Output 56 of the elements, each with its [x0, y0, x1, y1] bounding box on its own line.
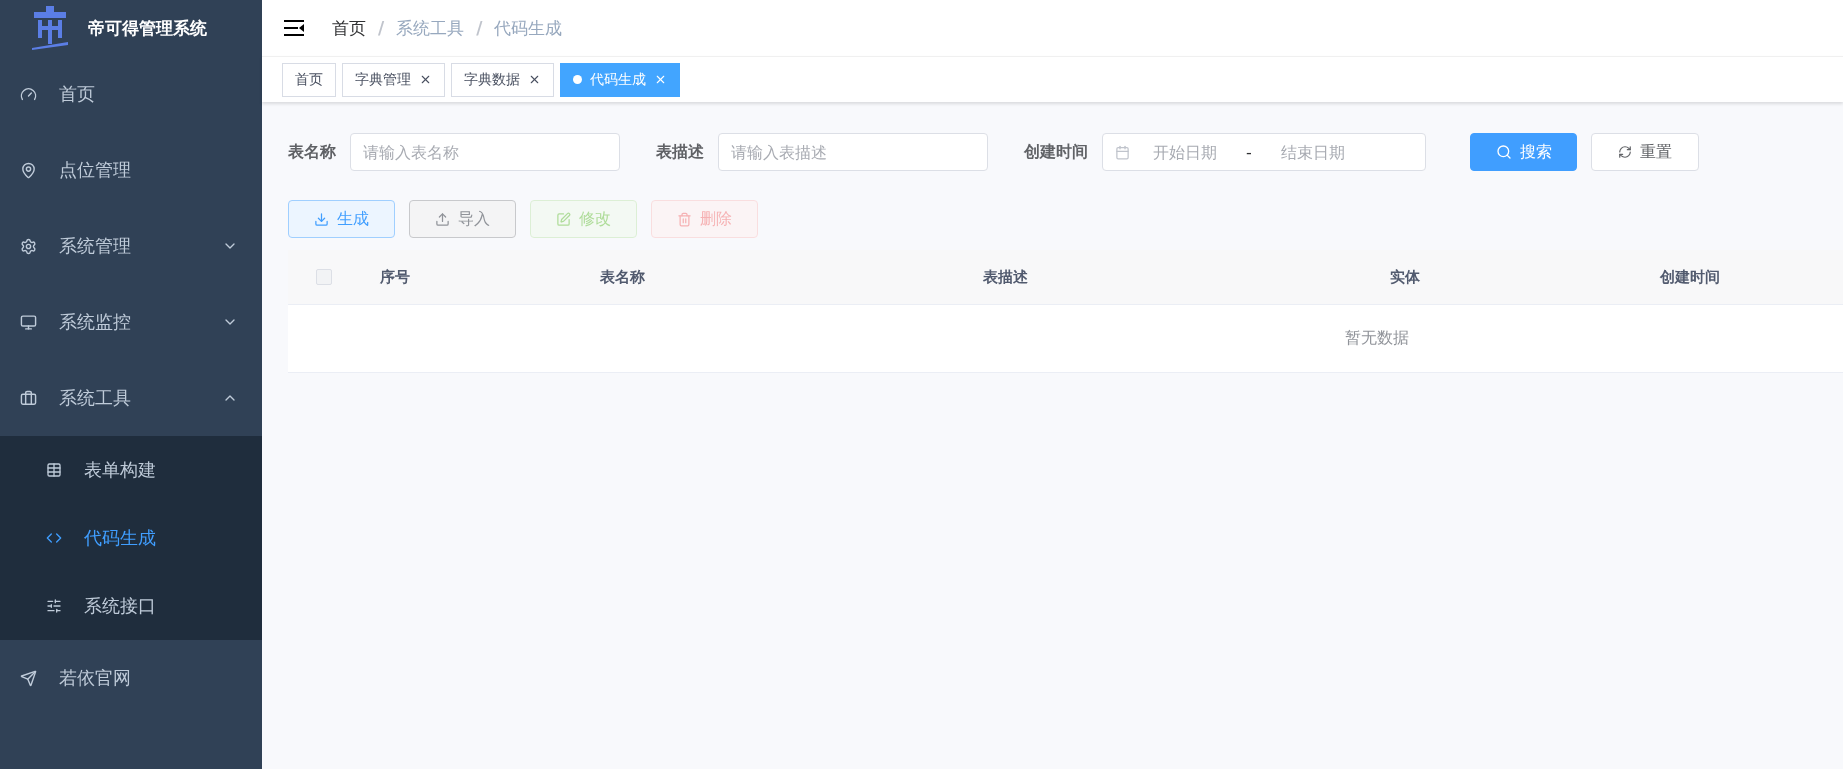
input-field[interactable]: 请输入表名称	[350, 133, 620, 171]
menu-item-icon	[20, 669, 37, 687]
column-header: 创建时间	[1659, 267, 1721, 287]
tab[interactable]: 字典管理	[342, 62, 445, 97]
checkbox[interactable]	[316, 269, 332, 285]
menu-icon[interactable]	[284, 20, 304, 36]
submenu-item-icon	[46, 530, 62, 546]
refresh-icon	[1618, 145, 1632, 159]
trash-icon	[677, 211, 692, 227]
submenu-item[interactable]: 系统接口	[0, 572, 262, 640]
tab[interactable]: 字典数据	[451, 62, 554, 97]
menu-item[interactable]: 首页	[0, 56, 262, 132]
breadcrumb-item: 代码生成	[494, 16, 563, 40]
calendar-icon	[1115, 144, 1130, 160]
column-header: 序号	[379, 267, 411, 287]
upload-icon	[435, 211, 450, 227]
submenu-item-icon	[46, 462, 62, 478]
menu-item[interactable]: 系统工具	[0, 360, 262, 436]
search-icon	[1495, 144, 1512, 160]
range-separator: -	[1245, 142, 1253, 162]
breadcrumb-item[interactable]: 首页	[332, 16, 366, 40]
menu-item-icon	[20, 389, 37, 407]
date-range-field[interactable]: 开始日期 - 结束日期	[1102, 133, 1426, 171]
menu-item[interactable]: 系统监控	[0, 284, 262, 360]
submenu-item[interactable]: 代码生成	[0, 504, 262, 572]
submenu-item[interactable]: 表单构建	[0, 436, 262, 504]
field-label: 表描述	[656, 141, 704, 163]
field-label: 表名称	[288, 141, 336, 163]
menu-item-icon	[20, 85, 37, 103]
reset-button[interactable]: 重置	[1591, 133, 1699, 171]
breadcrumb-separator: /	[378, 18, 385, 38]
menu-item-icon	[20, 313, 37, 331]
field-label: 创建时间	[1024, 141, 1088, 163]
end-date-input[interactable]: 结束日期	[1257, 141, 1368, 163]
input-field[interactable]: 请输入表描述	[718, 133, 988, 171]
menu-item[interactable]: 点位管理	[0, 132, 262, 208]
logo-icon	[30, 6, 70, 50]
empty-text: 暂无数据	[1345, 328, 1409, 349]
breadcrumb-item: 系统工具	[396, 16, 465, 40]
app-title: 帝可得管理系统	[88, 16, 207, 40]
close-icon[interactable]	[528, 73, 541, 86]
column-header: 表名称	[598, 267, 646, 287]
menu-item[interactable]: 系统管理	[0, 208, 262, 284]
menu-item[interactable]: 若依官网	[0, 640, 262, 716]
edit-icon	[556, 211, 571, 227]
menu-item-icon	[20, 161, 37, 179]
column-header: 实体	[1389, 267, 1421, 287]
breadcrumb-separator: /	[476, 18, 483, 38]
column-header: 表描述	[981, 267, 1029, 287]
download-icon	[314, 211, 329, 227]
submenu-item-icon	[46, 598, 62, 614]
tab[interactable]: 首页	[282, 62, 336, 97]
menu-item-icon	[20, 237, 37, 255]
start-date-input[interactable]: 开始日期	[1130, 141, 1240, 163]
close-icon[interactable]	[419, 73, 432, 86]
active-dot-icon	[573, 75, 582, 84]
